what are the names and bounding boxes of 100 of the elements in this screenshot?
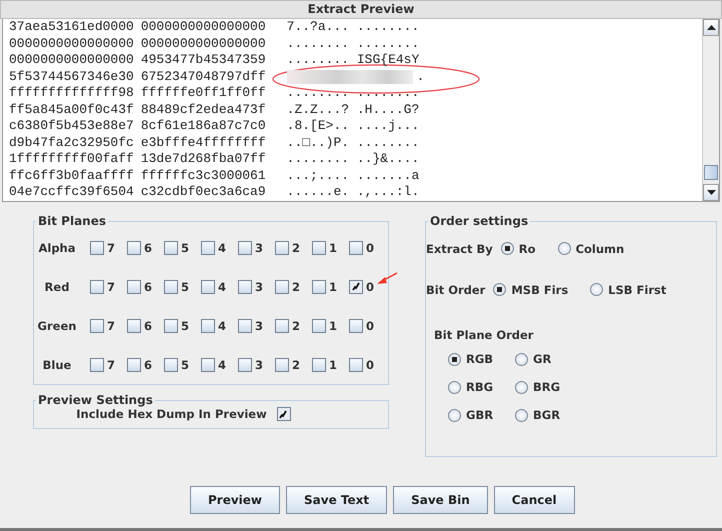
checkbox-label: 1 <box>329 280 338 294</box>
checkbox[interactable] <box>276 407 291 421</box>
checkbox[interactable] <box>275 318 289 332</box>
radio-label: BRG <box>533 380 560 394</box>
radio-button[interactable] <box>448 352 461 366</box>
hex-value: 37aea53161ed0000 <box>9 19 134 36</box>
checkbox[interactable] <box>238 240 252 254</box>
section-label: Bit Plane Order <box>434 328 534 342</box>
checkbox-label: 5 <box>181 240 190 254</box>
radio-button[interactable] <box>590 283 604 296</box>
checkbox-label: 7 <box>107 280 116 294</box>
radio-button[interactable] <box>448 380 461 394</box>
checkbox[interactable] <box>127 280 141 294</box>
checkbox-label: 2 <box>292 358 300 372</box>
ascii-text: ..□..)P. ........ <box>286 134 420 151</box>
radio-button[interactable] <box>500 242 514 255</box>
checkbox[interactable] <box>312 240 326 254</box>
radio-button[interactable] <box>515 380 528 394</box>
dialog-button[interactable]: Save Bin <box>393 486 488 514</box>
ascii-text: .Z.Z...? .H....G? <box>286 102 420 118</box>
radio-button[interactable] <box>448 408 461 422</box>
ascii-text: ........ ........ <box>286 85 420 102</box>
checkbox[interactable] <box>164 280 178 294</box>
hex-value: c6380f5b453e88e7 <box>9 118 134 134</box>
checkbox[interactable] <box>312 318 326 332</box>
checkbox[interactable] <box>164 358 178 372</box>
checkbox[interactable] <box>238 358 252 372</box>
hex-value: ff5a845a00f0c43f <box>9 102 134 118</box>
checkbox-label: 1 <box>329 358 338 372</box>
scroll-up-icon[interactable] <box>703 19 719 36</box>
checkbox-label: 0 <box>366 280 374 294</box>
annotation-arrow <box>376 272 398 286</box>
hex-value: d9b47fa2c32950fc <box>9 134 134 151</box>
checkbox-label: 3 <box>255 318 264 332</box>
checkbox-label: 4 <box>218 240 226 254</box>
checkbox[interactable] <box>127 240 141 254</box>
hex-value: 6752347048797dff <box>140 68 266 85</box>
field-label: Extract By <box>426 242 493 256</box>
checkbox[interactable] <box>275 240 289 254</box>
radio-label: Ro <box>518 242 536 256</box>
radio-label: RBG <box>466 380 494 394</box>
checkbox[interactable] <box>238 318 252 332</box>
checkbox-label: 2 <box>292 318 300 332</box>
checkbox-label: 3 <box>255 358 264 372</box>
checkbox[interactable] <box>275 358 289 372</box>
dialog-button[interactable]: Cancel <box>494 486 575 514</box>
checkbox-label: 7 <box>107 358 116 372</box>
channel-label: Red <box>44 280 70 294</box>
dialog-button[interactable]: Save Text <box>286 486 388 514</box>
field-label: Bit Order <box>426 282 486 296</box>
checkbox[interactable] <box>201 318 215 332</box>
checkbox[interactable] <box>349 240 363 254</box>
ascii-text: ........ ..}&.... <box>286 151 420 168</box>
radio-label: LSB First <box>608 282 666 296</box>
checkbox-label: 4 <box>218 280 226 294</box>
checkbox-label: 0 <box>366 240 374 254</box>
checkbox[interactable] <box>349 318 363 332</box>
hex-value: 04e7ccffc39f6504 <box>9 184 134 200</box>
checkbox-label: 0 <box>366 358 374 372</box>
radio-button[interactable] <box>558 242 571 255</box>
radio-label: Column <box>576 242 624 256</box>
checkbox-label: 6 <box>144 240 152 254</box>
hex-value: 4953477b45347359 <box>140 52 266 68</box>
dialog-button[interactable]: Preview <box>190 486 280 514</box>
checkbox[interactable] <box>90 280 104 294</box>
ascii-text: . <box>416 68 424 85</box>
scrollbar[interactable] <box>702 19 719 201</box>
checkbox[interactable] <box>127 318 141 332</box>
checkbox-label: 7 <box>107 240 116 254</box>
checkbox[interactable] <box>349 358 363 372</box>
panel-title: Order settings <box>429 214 530 228</box>
checkbox[interactable] <box>164 318 178 332</box>
checkbox[interactable] <box>90 358 104 372</box>
hex-value: 88489cf2edea473f <box>140 102 266 118</box>
hex-value: c32cdbf0ec3a6ca9 <box>140 184 266 200</box>
checkbox[interactable] <box>90 240 104 254</box>
checkbox[interactable] <box>238 280 252 294</box>
hex-value: ffffffc3c3000061 <box>140 168 266 184</box>
radio-label: GR <box>533 352 552 366</box>
checkbox[interactable] <box>312 358 326 372</box>
scroll-down-icon[interactable] <box>703 184 719 201</box>
checkbox[interactable] <box>201 240 215 254</box>
checkbox[interactable] <box>201 280 215 294</box>
checkbox[interactable] <box>312 280 326 294</box>
channel-label: Blue <box>42 358 72 372</box>
radio-button[interactable] <box>493 283 506 296</box>
checkbox-label: 5 <box>181 280 190 294</box>
checkbox-label: 6 <box>144 358 152 372</box>
scroll-thumb[interactable] <box>704 165 718 180</box>
checkbox[interactable] <box>275 280 289 294</box>
checkbox-label: 7 <box>107 318 116 332</box>
checkbox[interactable] <box>90 318 104 332</box>
checkbox[interactable] <box>164 240 178 254</box>
checkbox[interactable] <box>127 358 141 372</box>
radio-button[interactable] <box>515 352 528 366</box>
checkbox[interactable] <box>349 280 363 294</box>
ascii-text: ........ ........ <box>286 36 420 52</box>
checkbox[interactable] <box>201 358 215 372</box>
checkbox-label: 0 <box>366 318 374 332</box>
radio-button[interactable] <box>515 408 528 422</box>
